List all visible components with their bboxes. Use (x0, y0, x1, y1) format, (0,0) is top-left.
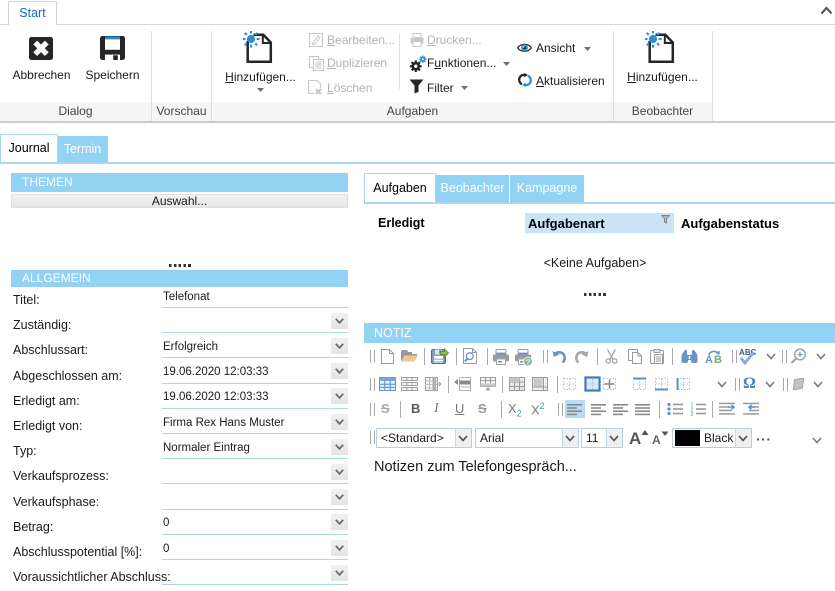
svg-text:A: A (705, 354, 713, 364)
svg-text:B: B (714, 354, 722, 364)
svg-text:?: ? (526, 357, 530, 366)
svg-text:3: 3 (691, 412, 694, 416)
